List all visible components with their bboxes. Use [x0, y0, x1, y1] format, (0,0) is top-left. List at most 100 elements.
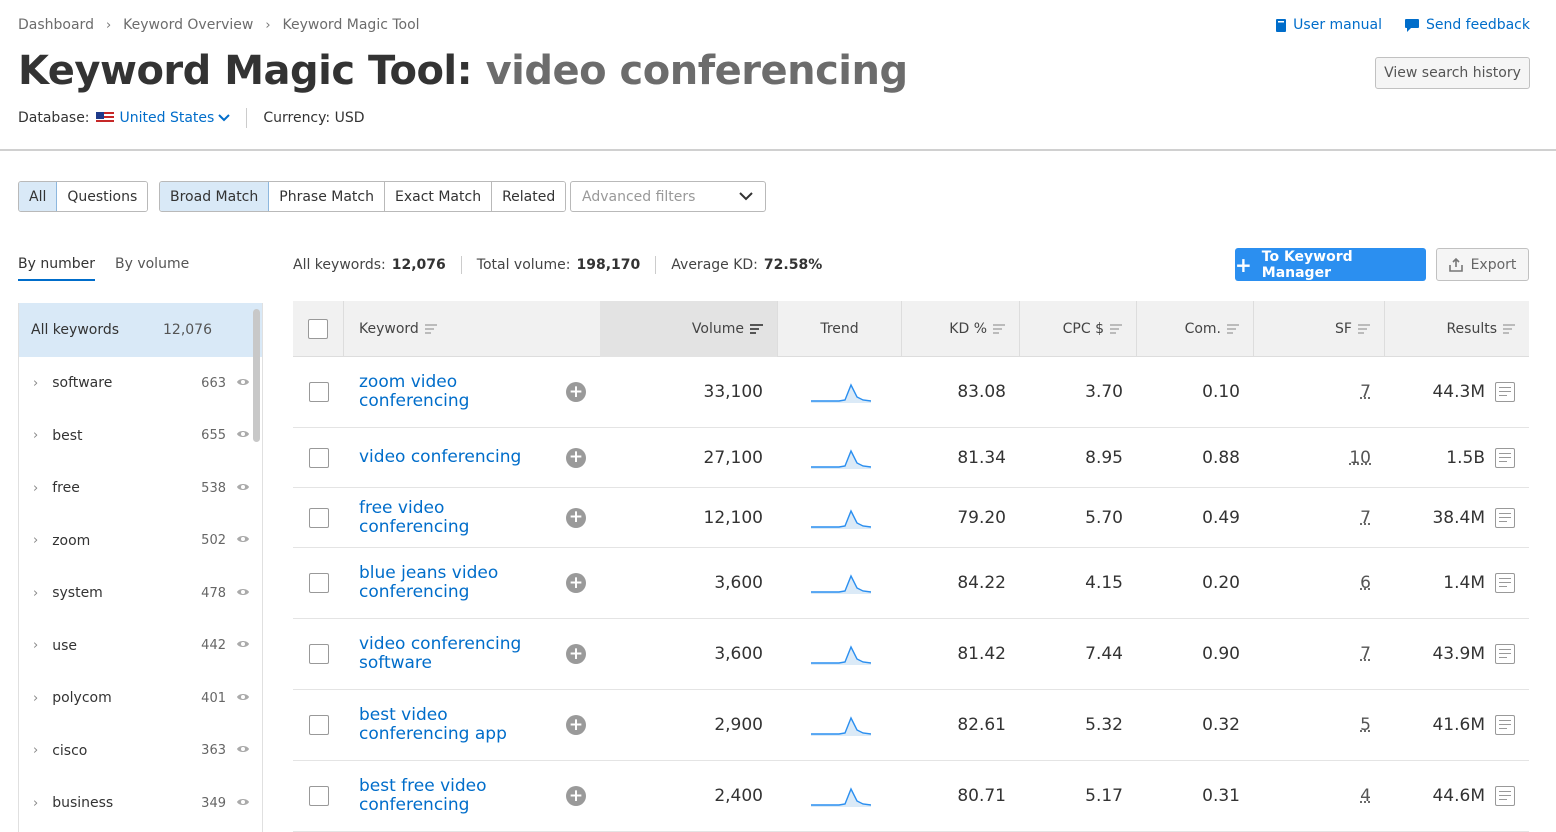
column-kd[interactable]: KD % [902, 301, 1020, 357]
chevron-right-icon[interactable]: › [33, 638, 38, 653]
serp-snapshot-icon[interactable] [1495, 507, 1515, 528]
sidebar-item-cisco[interactable]: › cisco 363 [19, 725, 262, 778]
keyword-link[interactable]: best video conferencing app [359, 706, 559, 744]
keyword-link[interactable]: blue jeans video conferencing [359, 564, 559, 602]
keyword-link[interactable]: video conferencing software [359, 635, 559, 673]
tab-by-number[interactable]: By number [18, 256, 95, 281]
serp-snapshot-icon[interactable] [1495, 715, 1515, 735]
add-to-list-icon[interactable]: + [566, 644, 586, 664]
row-checkbox[interactable] [309, 786, 329, 806]
column-volume[interactable]: Volume [600, 301, 777, 357]
row-checkbox[interactable] [309, 507, 329, 528]
column-competition[interactable]: Com. [1137, 301, 1254, 357]
sidebar-item-system[interactable]: › system 478 [19, 567, 262, 620]
eye-icon[interactable] [236, 796, 262, 811]
sidebar-item-all-keywords[interactable]: All keywords 12,076 [19, 303, 262, 357]
sidebar-scrollbar[interactable] [253, 309, 260, 442]
filter-questions-button[interactable]: Questions [57, 182, 148, 211]
serp-features-link[interactable]: 4 [1360, 786, 1371, 806]
column-keyword[interactable]: Keyword [345, 301, 600, 357]
serp-snapshot-icon[interactable] [1495, 644, 1515, 664]
add-to-list-icon[interactable]: + [566, 447, 586, 468]
select-all-checkbox[interactable] [308, 319, 328, 339]
exact-match-button[interactable]: Exact Match [385, 182, 493, 211]
plus-icon: + [1235, 252, 1252, 277]
database-select[interactable]: United States [120, 110, 231, 126]
keyword-link[interactable]: video conferencing [359, 448, 559, 467]
filter-all-button[interactable]: All [19, 182, 58, 211]
sidebar-item-free[interactable]: › free 538 [19, 462, 262, 515]
chevron-right-icon[interactable]: › [33, 796, 38, 811]
tab-by-volume[interactable]: By volume [115, 256, 189, 281]
add-to-list-icon[interactable]: + [566, 573, 586, 593]
export-button[interactable]: Export [1436, 248, 1529, 281]
sidebar-item-use[interactable]: › use 442 [19, 620, 262, 673]
advanced-filters-dropdown[interactable]: Advanced filters [570, 181, 766, 212]
view-search-history-button[interactable]: View search history [1375, 57, 1530, 89]
serp-snapshot-icon[interactable] [1495, 382, 1515, 402]
chevron-right-icon[interactable]: › [33, 691, 38, 706]
serp-snapshot-icon[interactable] [1495, 786, 1515, 806]
breadcrumb-keyword-overview[interactable]: Keyword Overview [123, 17, 253, 33]
cpc-cell: 5.70 [1085, 507, 1123, 528]
broad-match-button[interactable]: Broad Match [160, 182, 270, 211]
chevron-right-icon[interactable]: › [33, 428, 38, 443]
keyword-cell: free video conferencing [359, 488, 559, 547]
keyword-link[interactable]: zoom video conferencing [359, 373, 559, 411]
related-button[interactable]: Related [492, 182, 566, 211]
sidebar-item-label: business [52, 795, 114, 812]
row-checkbox[interactable] [309, 644, 329, 664]
user-manual-link[interactable]: User manual [1275, 17, 1382, 33]
eye-icon[interactable] [236, 533, 262, 548]
add-cell: + [566, 690, 586, 760]
chevron-right-icon[interactable]: › [33, 586, 38, 601]
sidebar-item-polycom[interactable]: › polycom 401 [19, 672, 262, 725]
column-cpc[interactable]: CPC $ [1020, 301, 1137, 357]
chevron-right-icon[interactable]: › [33, 481, 38, 496]
serp-features-link[interactable]: 6 [1360, 573, 1371, 593]
add-to-list-icon[interactable]: + [566, 786, 586, 806]
add-to-list-icon[interactable]: + [566, 715, 586, 735]
sidebar-item-software[interactable]: › software 663 [19, 357, 262, 410]
row-checkbox[interactable] [309, 715, 329, 735]
serp-features-link[interactable]: 10 [1349, 448, 1371, 468]
serp-features-link[interactable]: 7 [1360, 382, 1371, 402]
kd-cell: 83.08 [957, 382, 1006, 402]
keyword-groups-sidebar: All keywords 12,076 › software 663 › best 655… [18, 303, 263, 832]
chevron-right-icon[interactable]: › [33, 743, 38, 758]
sidebar-item-business[interactable]: › business 349 [19, 777, 262, 830]
eye-icon[interactable] [236, 638, 262, 653]
row-checkbox[interactable] [309, 573, 329, 593]
row-checkbox[interactable] [309, 447, 329, 468]
serp-snapshot-icon[interactable] [1495, 573, 1515, 593]
sort-icon [750, 322, 763, 336]
to-keyword-manager-button[interactable]: + To Keyword Manager [1235, 248, 1426, 281]
phrase-match-button[interactable]: Phrase Match [269, 182, 385, 211]
eye-icon[interactable] [236, 481, 262, 496]
keyword-link[interactable]: free video conferencing [359, 498, 559, 537]
column-results[interactable]: Results [1385, 301, 1529, 357]
add-to-list-icon[interactable]: + [566, 382, 586, 402]
column-serp-features[interactable]: SF [1254, 301, 1385, 357]
serp-snapshot-icon[interactable] [1495, 447, 1515, 468]
chevron-right-icon[interactable]: › [33, 533, 38, 548]
send-feedback-link[interactable]: Send feedback [1404, 17, 1530, 33]
table-row: video conferencing software +3,600 81.42 7.… [293, 619, 1529, 690]
sidebar-item-best[interactable]: › best 655 [19, 410, 262, 463]
serp-features-link[interactable]: 7 [1360, 508, 1371, 528]
row-checkbox[interactable] [309, 382, 329, 402]
sidebar-item-zoom[interactable]: › zoom 502 [19, 515, 262, 568]
trend-sparkline [811, 548, 871, 618]
serp-features-link[interactable]: 5 [1360, 715, 1371, 735]
eye-icon[interactable] [236, 586, 262, 601]
chevron-right-icon[interactable]: › [33, 376, 38, 391]
kd-cell: 81.42 [957, 644, 1006, 664]
serp-features-link[interactable]: 7 [1360, 644, 1371, 664]
eye-icon[interactable] [236, 743, 262, 758]
sidebar-item-label: cisco [52, 742, 88, 759]
sidebar-item-count: 538 [201, 480, 226, 496]
add-to-list-icon[interactable]: + [566, 507, 586, 528]
breadcrumb-dashboard[interactable]: Dashboard [18, 17, 94, 33]
keyword-link[interactable]: best free video conferencing [359, 777, 559, 815]
eye-icon[interactable] [236, 691, 262, 706]
